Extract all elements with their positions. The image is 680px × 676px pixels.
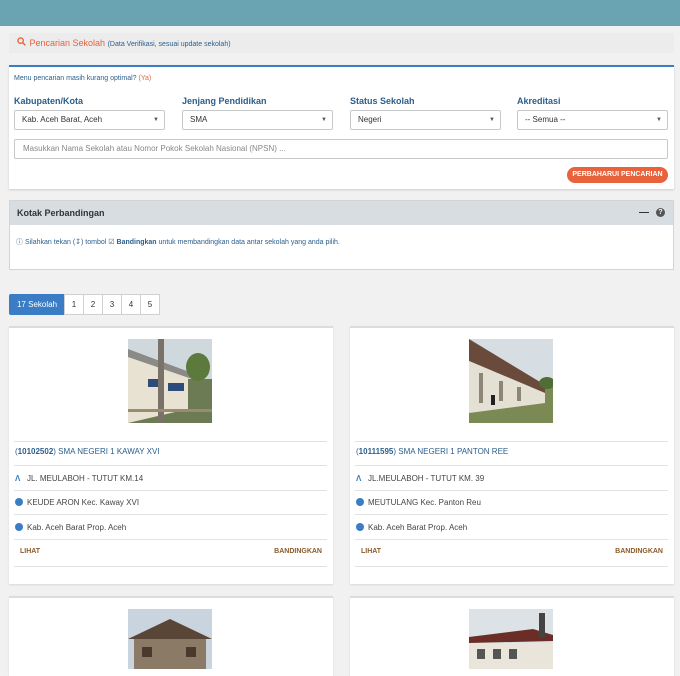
page-link[interactable]: 1 bbox=[64, 294, 84, 315]
update-search-button[interactable]: PERBAHARUI PENCARIAN bbox=[567, 167, 668, 183]
school-npsn: 10111595 bbox=[358, 447, 394, 456]
school-photo[interactable] bbox=[469, 339, 553, 423]
page-link[interactable]: 3 bbox=[102, 294, 122, 315]
compare-box: Kotak Perbandingan — ? ⓘ Silahkan tekan … bbox=[9, 200, 674, 270]
divider bbox=[14, 566, 327, 567]
hint-yes-link[interactable]: (Ya) bbox=[139, 75, 152, 82]
school-card bbox=[9, 596, 333, 676]
status-label: Status Sekolah bbox=[350, 96, 415, 106]
status-value: Negeri bbox=[358, 115, 382, 124]
compare-text-3: untuk membandingkan data antar sekolah y… bbox=[158, 239, 340, 246]
dropdown-caret-icon: ▼ bbox=[489, 117, 495, 123]
school-district-text: KEUDE ARON Kec. Kaway XVI bbox=[27, 498, 140, 507]
kabupaten-select[interactable]: Kab. Aceh Barat, Aceh ▼ bbox=[14, 110, 165, 130]
divider bbox=[355, 514, 668, 515]
globe-icon bbox=[356, 523, 364, 531]
kabupaten-label: Kabupaten/Kota bbox=[14, 96, 84, 106]
search-title: Pencarian Sekolah bbox=[29, 38, 106, 48]
school-name-text: SMA NEGERI 1 KAWAY XVI bbox=[58, 447, 160, 456]
search-panel: Menu pencarian masih kurang optimal? (Ya… bbox=[9, 65, 674, 189]
page-link[interactable]: 4 bbox=[121, 294, 141, 315]
globe-icon bbox=[356, 498, 364, 506]
npsn-search-input[interactable]: Masukkan Nama Sekolah atau Nomor Pokok S… bbox=[14, 139, 668, 159]
school-address: Λ JL.MEULABOH - TUTUT KM. 39 bbox=[356, 474, 484, 483]
status-select[interactable]: Negeri ▼ bbox=[350, 110, 501, 130]
akreditasi-select[interactable]: -- Semua -- ▼ bbox=[517, 110, 668, 130]
road-icon: Λ bbox=[356, 474, 362, 483]
search-subtitle: (Data Verifikasi, sesuai update sekolah) bbox=[107, 41, 231, 48]
compare-box-header: Kotak Perbandingan — ? bbox=[10, 201, 673, 225]
school-card: (10102502) SMA NEGERI 1 KAWAY XVI Λ JL. M… bbox=[9, 326, 333, 584]
info-icon: ⓘ bbox=[16, 239, 23, 246]
school-name-text: SMA NEGERI 1 PANTON REE bbox=[398, 447, 509, 456]
checkbox-icon: ☑ bbox=[108, 239, 115, 246]
compare-box-body: ⓘ Silahkan tekan (↧) tombol ☑ Bandingkan… bbox=[10, 225, 673, 247]
school-card bbox=[350, 596, 674, 676]
divider bbox=[14, 514, 327, 515]
jenjang-label: Jenjang Pendidikan bbox=[182, 96, 267, 106]
school-region: Kab. Aceh Barat Prop. Aceh bbox=[356, 523, 467, 532]
search-hint: Menu pencarian masih kurang optimal? (Ya… bbox=[14, 75, 151, 82]
minimize-icon[interactable]: — bbox=[639, 201, 649, 225]
school-address-text: JL.MEULABOH - TUTUT KM. 39 bbox=[368, 474, 485, 483]
school-npsn: 10102502 bbox=[17, 447, 54, 456]
divider bbox=[355, 566, 668, 567]
dropdown-caret-icon: ▼ bbox=[153, 117, 159, 123]
divider bbox=[355, 539, 668, 540]
compare-text-2: ) tombol bbox=[81, 239, 107, 246]
globe-icon bbox=[15, 523, 23, 531]
compare-text-1: Silahkan tekan ( bbox=[24, 239, 76, 246]
compare-button-word: Bandingkan bbox=[116, 239, 157, 246]
view-link[interactable]: LIHAT bbox=[361, 548, 381, 555]
school-region-text: Kab. Aceh Barat Prop. Aceh bbox=[27, 523, 127, 532]
school-address: Λ JL. MEULABOH - TUTUT KM.14 bbox=[15, 474, 143, 483]
school-district: MEUTULANG Kec. Panton Reu bbox=[356, 498, 481, 507]
divider bbox=[14, 465, 327, 466]
school-photo[interactable] bbox=[128, 339, 212, 423]
page-link[interactable]: 2 bbox=[83, 294, 103, 315]
school-region: Kab. Aceh Barat Prop. Aceh bbox=[15, 523, 126, 532]
divider bbox=[14, 490, 327, 491]
school-name[interactable]: (10111595) SMA NEGERI 1 PANTON REE bbox=[356, 447, 508, 456]
compare-link[interactable]: BANDINGKAN bbox=[274, 548, 322, 555]
search-header: Pencarian Sekolah (Data Verifikasi, sesu… bbox=[9, 33, 674, 53]
compare-box-title: Kotak Perbandingan bbox=[17, 208, 105, 218]
school-district-text: MEUTULANG Kec. Panton Reu bbox=[368, 498, 481, 507]
view-link[interactable]: LIHAT bbox=[20, 548, 40, 555]
divider bbox=[355, 465, 668, 466]
globe-icon bbox=[15, 498, 23, 506]
school-photo[interactable] bbox=[128, 609, 212, 669]
dropdown-caret-icon: ▼ bbox=[656, 117, 662, 123]
akreditasi-value: -- Semua -- bbox=[525, 115, 566, 124]
school-district: KEUDE ARON Kec. Kaway XVI bbox=[15, 498, 139, 507]
divider bbox=[355, 441, 668, 442]
pagination: 17 Sekolah 1 2 3 4 5 bbox=[9, 294, 160, 315]
top-bar bbox=[0, 0, 680, 26]
divider bbox=[14, 539, 327, 540]
compare-link[interactable]: BANDINGKAN bbox=[615, 548, 663, 555]
jenjang-value: SMA bbox=[190, 115, 208, 124]
hint-text: Menu pencarian masih kurang optimal? bbox=[14, 75, 137, 82]
road-icon: Λ bbox=[15, 474, 21, 483]
divider bbox=[355, 490, 668, 491]
school-count-tab[interactable]: 17 Sekolah bbox=[9, 294, 65, 315]
akreditasi-label: Akreditasi bbox=[517, 96, 561, 106]
search-icon bbox=[17, 33, 27, 53]
school-address-text: JL. MEULABOH - TUTUT KM.14 bbox=[27, 474, 144, 483]
dropdown-caret-icon: ▼ bbox=[321, 117, 327, 123]
school-card: (10111595) SMA NEGERI 1 PANTON REE Λ JL.M… bbox=[350, 326, 674, 584]
page-link[interactable]: 5 bbox=[140, 294, 160, 315]
school-photo[interactable] bbox=[469, 609, 553, 669]
divider bbox=[14, 441, 327, 442]
jenjang-select[interactable]: SMA ▼ bbox=[182, 110, 333, 130]
school-region-text: Kab. Aceh Barat Prop. Aceh bbox=[368, 523, 468, 532]
school-name[interactable]: (10102502) SMA NEGERI 1 KAWAY XVI bbox=[15, 447, 160, 456]
kabupaten-value: Kab. Aceh Barat, Aceh bbox=[22, 115, 103, 124]
help-icon[interactable]: ? bbox=[656, 208, 665, 217]
